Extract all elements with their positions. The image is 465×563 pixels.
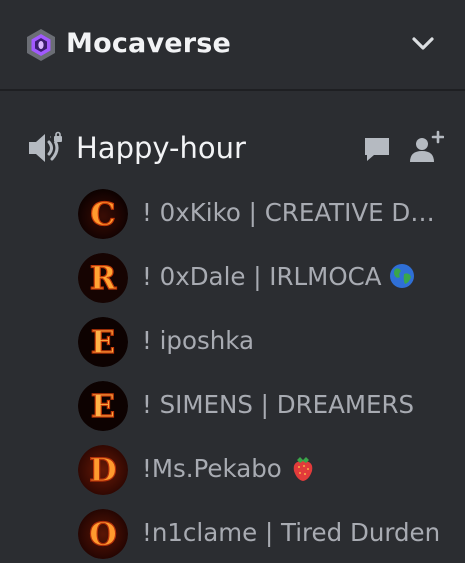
voice-speaker-locked-icon bbox=[29, 131, 64, 162]
avatar: R bbox=[78, 253, 128, 303]
mocaverse-logo-icon bbox=[27, 29, 55, 61]
svg-text:E: E bbox=[91, 387, 115, 425]
chat-icon[interactable] bbox=[362, 134, 392, 164]
svg-text:D: D bbox=[89, 451, 117, 489]
avatar: O bbox=[78, 509, 128, 559]
avatar: D bbox=[78, 445, 128, 495]
svg-text:O: O bbox=[89, 515, 117, 553]
add-user-icon[interactable] bbox=[408, 130, 444, 164]
voice-member[interactable]: C ! 0xKiko | CREATIVE DREAMERS bbox=[78, 185, 458, 241]
voice-member[interactable]: E ! SIMENS | DREAMERS bbox=[78, 377, 458, 433]
strawberry-icon bbox=[293, 457, 313, 481]
svg-text:R: R bbox=[90, 259, 117, 297]
voice-channel-happy-hour[interactable]: Happy-hour bbox=[20, 120, 450, 176]
server-name: Mocaverse bbox=[66, 28, 232, 59]
chevron-down-icon[interactable] bbox=[410, 34, 436, 54]
member-name: ! iposhka bbox=[142, 326, 255, 355]
member-name: ! SIMENS | DREAMERS bbox=[142, 390, 415, 419]
svg-text:E: E bbox=[91, 323, 115, 361]
channel-name: Happy-hour bbox=[76, 131, 246, 165]
avatar: C bbox=[78, 189, 128, 239]
member-name: !n1clame | Tired Durden bbox=[142, 518, 441, 547]
avatar: E bbox=[78, 317, 128, 367]
avatar: E bbox=[78, 381, 128, 431]
voice-member[interactable]: E ! iposhka bbox=[78, 313, 458, 369]
voice-member[interactable]: O !n1clame | Tired Durden bbox=[78, 505, 458, 561]
member-name: ! 0xKiko | CREATIVE DREAMERS bbox=[142, 198, 444, 227]
member-name: !Ms.Pekabo bbox=[142, 452, 316, 486]
voice-member[interactable]: R ! 0xDale | IRLMOCA bbox=[78, 249, 458, 305]
member-name: ! 0xDale | IRLMOCA bbox=[142, 260, 415, 294]
globe-icon bbox=[390, 264, 415, 288]
voice-member[interactable]: D !Ms.Pekabo bbox=[78, 441, 458, 497]
svg-text:C: C bbox=[90, 195, 115, 233]
server-header[interactable]: Mocaverse bbox=[0, 0, 465, 91]
